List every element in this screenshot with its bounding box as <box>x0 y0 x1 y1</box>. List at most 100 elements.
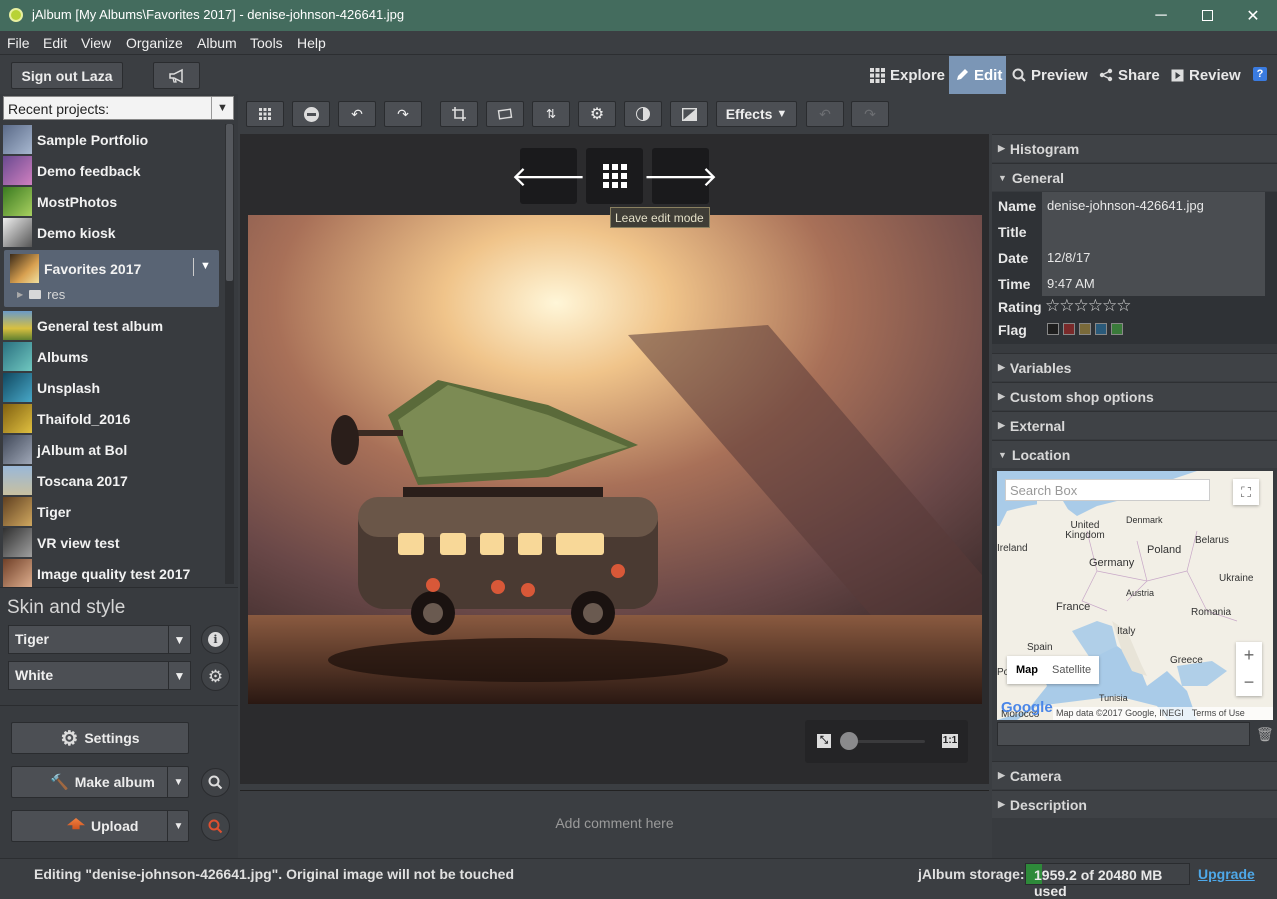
preview-mode-button[interactable]: Preview <box>1012 56 1088 94</box>
announcement-button[interactable] <box>153 62 200 89</box>
name-field[interactable]: denise-johnson-426641.jpg <box>1042 192 1265 218</box>
project-item[interactable]: Thaifold_2016 <box>3 403 219 434</box>
project-item[interactable]: General test album <box>3 310 219 341</box>
map-type-satellite-button[interactable]: Satellite <box>1047 664 1096 676</box>
help-icon[interactable]: ? <box>1253 67 1267 81</box>
star-icon[interactable]: ☆ <box>1102 296 1117 315</box>
project-item[interactable]: VR view test <box>3 527 219 558</box>
upgrade-link[interactable]: Upgrade <box>1198 866 1255 882</box>
sign-out-button[interactable]: Sign out Laza <box>11 62 123 89</box>
project-item[interactable]: Albums <box>3 341 219 372</box>
title-field[interactable] <box>1042 218 1265 244</box>
menu-tools[interactable]: Tools <box>250 35 283 51</box>
straighten-button[interactable] <box>486 101 524 127</box>
camera-section-header[interactable]: ▶ Camera <box>992 761 1277 789</box>
zoom-slider-handle[interactable] <box>840 732 858 750</box>
edit-mode-button[interactable]: Edit <box>949 56 1006 94</box>
selected-project[interactable]: Favorites 2017 ▼ ▶ res <box>4 250 219 307</box>
map-zoom-out-button[interactable]: − <box>1236 669 1262 696</box>
project-item[interactable]: Favorites 2017 <box>10 254 141 283</box>
map-zoom-in-button[interactable]: + <box>1236 642 1262 669</box>
minimize-button[interactable]: ─ <box>1138 0 1184 31</box>
custom-shop-section-header[interactable]: ▶ Custom shop options <box>992 382 1277 410</box>
projects-scrollbar[interactable] <box>225 124 234 584</box>
edited-photo[interactable] <box>248 215 982 704</box>
style-settings-button[interactable]: ⚙ <box>201 662 230 691</box>
rotate-right-button[interactable]: ↷ <box>384 101 422 127</box>
time-field[interactable]: 9:47 AM <box>1042 270 1265 296</box>
project-item[interactable]: Unsplash <box>3 372 219 403</box>
scrollbar-thumb[interactable] <box>226 124 233 281</box>
undo-button[interactable]: ↶ <box>806 101 844 127</box>
adjust-button[interactable]: ⚙ <box>578 101 616 127</box>
project-item[interactable]: MostPhotos <box>3 186 219 217</box>
make-album-button[interactable]: 🔨 Make album ▼ <box>11 766 189 798</box>
skin-select[interactable]: Tiger ▼ <box>8 625 191 654</box>
redo-button[interactable]: ↷ <box>851 101 889 127</box>
flag-green[interactable] <box>1111 323 1123 335</box>
general-section-header[interactable]: ▼ General <box>992 163 1277 191</box>
trash-icon[interactable]: 🗑 <box>1256 726 1274 743</box>
menu-help[interactable]: Help <box>297 35 326 51</box>
previous-image-button[interactable]: 🡐 <box>511 148 586 204</box>
variables-section-header[interactable]: ▶ Variables <box>992 353 1277 381</box>
project-item[interactable]: Image quality test 2017 <box>3 558 219 589</box>
map-search-input[interactable]: Search Box <box>1005 479 1210 501</box>
next-image-button[interactable]: 🡒 <box>643 148 718 204</box>
project-menu-chevron-icon[interactable]: ▼ <box>200 260 211 272</box>
project-item[interactable]: Demo kiosk <box>3 217 219 248</box>
star-icon[interactable]: ☆ <box>1116 296 1131 315</box>
map-type-map-button[interactable]: Map <box>1007 664 1047 676</box>
crop-button[interactable] <box>440 101 478 127</box>
explore-mode-button[interactable]: Explore <box>866 56 949 94</box>
upload-menu-chevron-icon[interactable]: ▼ <box>167 811 189 841</box>
thumbnails-button[interactable] <box>246 101 284 127</box>
menu-album[interactable]: Album <box>197 35 237 51</box>
leave-edit-mode-button[interactable] <box>586 148 643 204</box>
expand-triangle-icon[interactable]: ▶ <box>17 290 23 299</box>
share-mode-button[interactable]: Share <box>1099 56 1160 94</box>
menu-organize[interactable]: Organize <box>126 35 183 51</box>
rating-stars[interactable]: ☆☆☆☆☆☆ <box>1045 296 1132 316</box>
description-section-header[interactable]: ▶ Description <box>992 790 1277 818</box>
location-coordinates-field[interactable] <box>997 722 1250 746</box>
comment-field[interactable]: Add comment here <box>240 790 989 854</box>
rotate-left-button[interactable]: ↶ <box>338 101 376 127</box>
star-icon[interactable]: ☆ <box>1045 296 1060 315</box>
project-item[interactable]: Toscana 2017 <box>3 465 219 496</box>
project-item[interactable]: jAlbum at Bol <box>3 434 219 465</box>
review-mode-button[interactable]: Review <box>1171 56 1241 94</box>
external-section-header[interactable]: ▶ External <box>992 411 1277 439</box>
flag-black[interactable] <box>1047 323 1059 335</box>
fit-to-window-icon[interactable]: ⤡ <box>817 734 831 748</box>
make-album-menu-chevron-icon[interactable]: ▼ <box>167 767 189 797</box>
star-icon[interactable]: ☆ <box>1088 296 1103 315</box>
style-select[interactable]: White ▼ <box>8 661 191 690</box>
flag-yellow[interactable] <box>1079 323 1091 335</box>
location-section-header[interactable]: ▼ Location <box>992 440 1277 468</box>
histogram-section-header[interactable]: ▶ Histogram <box>992 134 1277 162</box>
menu-file[interactable]: File <box>7 35 30 51</box>
star-icon[interactable]: ☆ <box>1074 296 1089 315</box>
location-map[interactable]: Search Box ⛶ United Kingdom Denmark Bela… <box>997 471 1273 720</box>
date-field[interactable]: 12/8/17 <box>1042 244 1265 270</box>
terms-of-use-link[interactable]: Terms of Use <box>1192 708 1245 719</box>
flag-blue[interactable] <box>1095 323 1107 335</box>
flag-red[interactable] <box>1063 323 1075 335</box>
contrast-button[interactable] <box>624 101 662 127</box>
menu-view[interactable]: View <box>81 35 111 51</box>
recent-projects-dropdown[interactable]: Recent projects: ▼ <box>3 96 234 120</box>
flip-button[interactable]: ⇅ <box>532 101 570 127</box>
skin-info-button[interactable]: i <box>201 625 230 654</box>
upload-button[interactable]: Upload ▼ <box>11 810 189 842</box>
exclude-button[interactable] <box>292 101 330 127</box>
effects-button[interactable]: Effects ▼ <box>716 101 797 127</box>
maximize-button[interactable] <box>1184 0 1230 31</box>
project-item[interactable]: Demo feedback <box>3 155 219 186</box>
preview-search-button[interactable] <box>201 768 230 797</box>
close-window-button[interactable]: ✕ <box>1230 0 1276 31</box>
actual-size-button[interactable]: 1:1 <box>942 734 958 748</box>
levels-button[interactable] <box>670 101 708 127</box>
fullscreen-icon[interactable]: ⛶ <box>1233 479 1259 505</box>
project-item[interactable]: Tiger <box>3 496 219 527</box>
